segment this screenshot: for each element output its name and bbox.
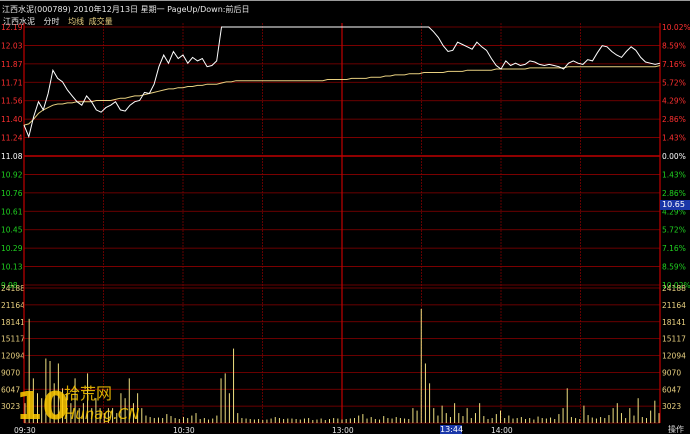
tab-intraday[interactable]: 分时 bbox=[44, 17, 60, 26]
price-tick-label: 11.87 bbox=[1, 60, 23, 69]
volume-tick-label: 12094 bbox=[662, 352, 686, 361]
price-tick-label: 10.61 bbox=[1, 207, 23, 216]
volume-tick-label: 21164 bbox=[662, 301, 686, 310]
time-tick-label: 14:00 bbox=[491, 426, 513, 434]
percent-tick-label: 2.86% bbox=[662, 189, 686, 198]
price-tick-label: 10.29 bbox=[1, 244, 23, 253]
price-tick-label: 10.45 bbox=[1, 226, 23, 235]
volume-tick-label: 3023 bbox=[662, 402, 681, 411]
percent-tick-label: 8.59% bbox=[662, 41, 686, 50]
volume-tick-label: 24188 bbox=[1, 284, 25, 293]
volume-tick-label: 9070 bbox=[1, 368, 20, 377]
cursor-price-readout: 10.65 bbox=[660, 200, 690, 210]
percent-tick-label: 2.86% bbox=[662, 115, 686, 124]
time-tick-label: 13:00 bbox=[332, 426, 354, 434]
percent-tick-label: 1.43% bbox=[662, 134, 686, 143]
price-tick-label: 10.13 bbox=[1, 263, 23, 272]
price-tick-label: 11.08 bbox=[1, 152, 23, 161]
chart-canvas[interactable]: 12.19 10.02%12.03 8.59%11.87 7.16%11.71 5.72… bbox=[0, 1, 690, 434]
volume-tick-label: 9070 bbox=[662, 368, 681, 377]
stock-title: 江西水泥(000789) 2010年12月13日 星期一 PageUp/Down… bbox=[2, 5, 250, 14]
volume-tick-label: 15117 bbox=[1, 335, 25, 344]
volume-tick-label: 18141 bbox=[662, 318, 686, 327]
volume-tick-label: 12094 bbox=[1, 352, 25, 361]
tab-volume[interactable]: 成交量 bbox=[89, 17, 113, 26]
legend-stock-name: 江西水泥 bbox=[3, 17, 35, 26]
price-tick-label: 12.03 bbox=[1, 41, 23, 50]
volume-tick-label: 3023 bbox=[1, 402, 20, 411]
percent-tick-label: 7.16% bbox=[662, 244, 686, 253]
volume-tick-label: 15117 bbox=[662, 335, 686, 344]
volume-tick-label: 21164 bbox=[1, 301, 25, 310]
intraday-chart-window: 12.19 10.02% 12.03 8.59% 11.87 7.16% 11.71 5.72… bbox=[0, 0, 690, 434]
percent-tick-label: 8.59% bbox=[662, 263, 686, 272]
time-tick-label: 10:30 bbox=[173, 426, 195, 434]
percent-tick-label: 10.02% bbox=[662, 23, 690, 32]
price-tick-label: 11.40 bbox=[1, 115, 23, 124]
time-tick-label: 09:30 bbox=[14, 426, 36, 434]
percent-tick-label: 1.43% bbox=[662, 170, 686, 179]
percent-tick-label: 5.72% bbox=[662, 226, 686, 235]
percent-tick-label: 4.29% bbox=[662, 97, 686, 106]
percent-tick-label: 0.00% bbox=[662, 152, 686, 161]
tab-avg-line[interactable]: 均线 bbox=[68, 17, 84, 26]
volume-tick-label: 18141 bbox=[1, 318, 25, 327]
volume-tick-label: 6047 bbox=[1, 385, 20, 394]
cursor-time-readout: 13:44 bbox=[440, 425, 464, 434]
volume-tick-label: 6047 bbox=[662, 385, 681, 394]
volume-tick-label: 24188 bbox=[662, 284, 686, 293]
price-tick-label: 11.71 bbox=[1, 78, 23, 87]
chart-legend: 江西水泥 分时 均线 成交量 bbox=[3, 16, 119, 27]
price-tick-label: 11.24 bbox=[1, 134, 23, 143]
percent-tick-label: 7.16% bbox=[662, 60, 686, 69]
price-tick-label: 10.92 bbox=[1, 170, 23, 179]
price-tick-label: 10.76 bbox=[1, 189, 23, 198]
percent-tick-label: 5.72% bbox=[662, 78, 686, 87]
price-tick-label: 11.56 bbox=[1, 97, 23, 106]
operation-button[interactable]: 操作 bbox=[662, 425, 690, 434]
